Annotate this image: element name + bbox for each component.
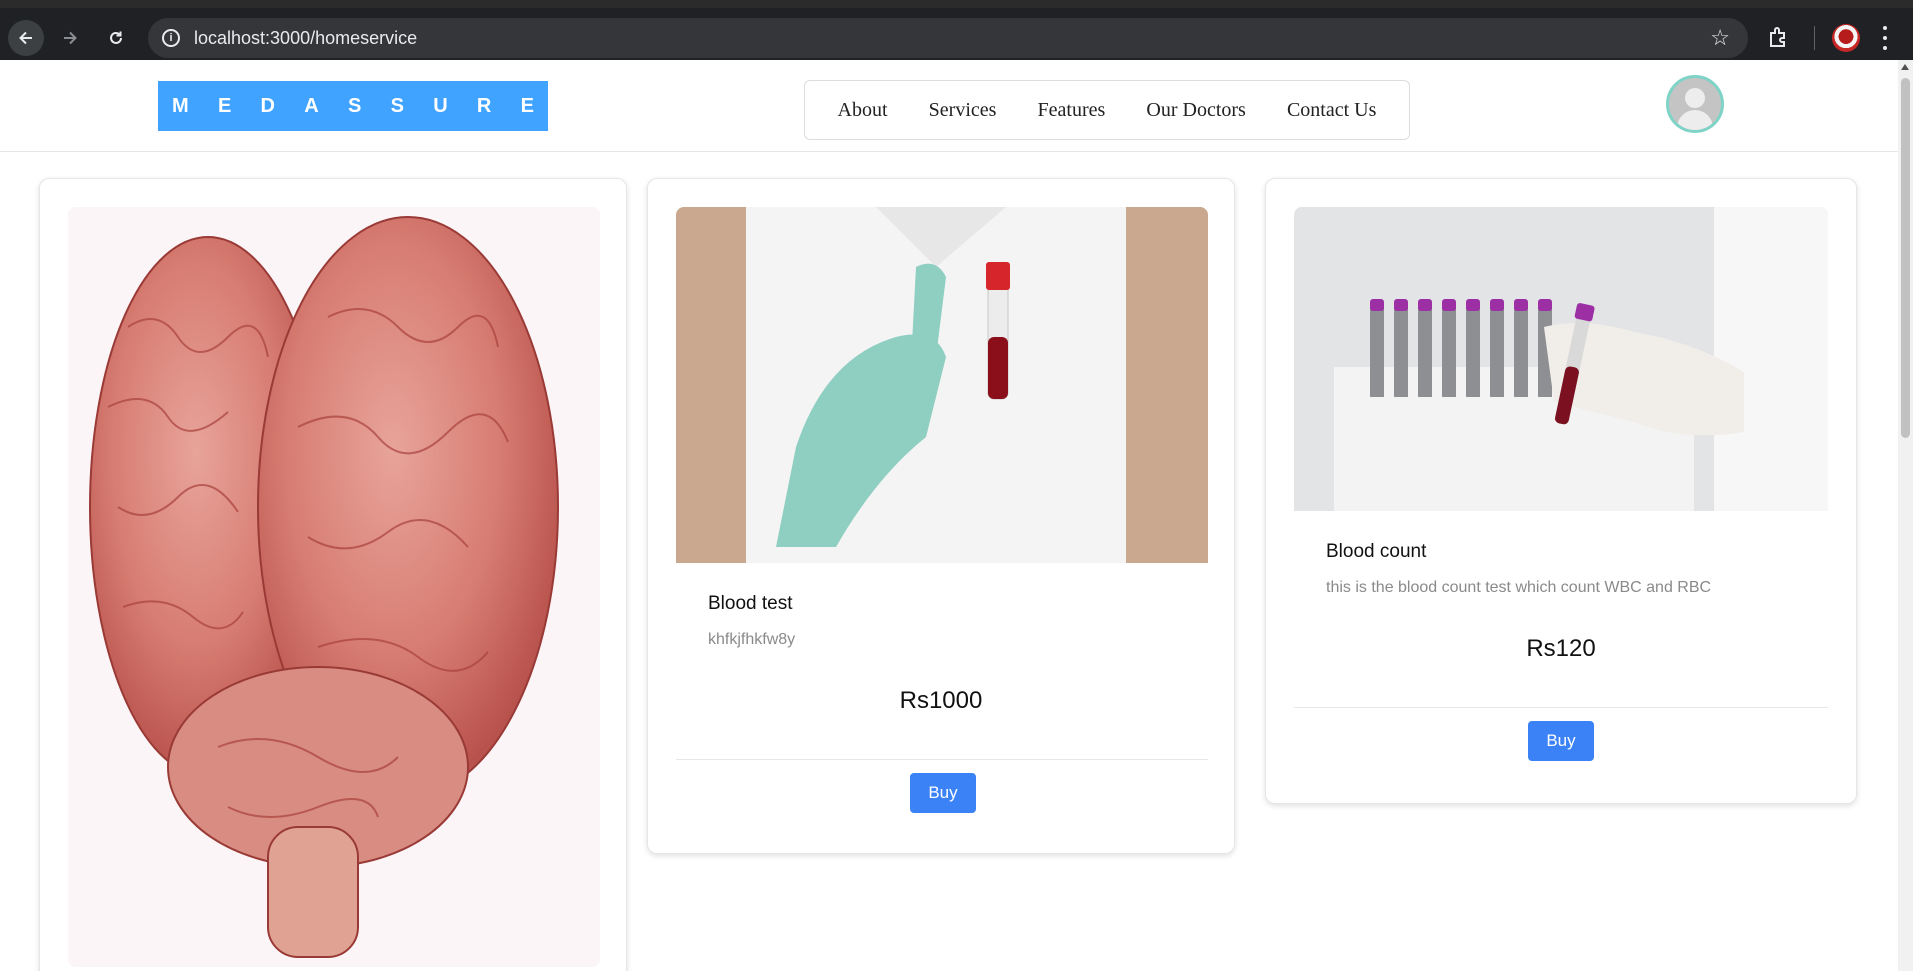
- service-price: Rs120: [1526, 635, 1596, 662]
- service-title: Blood test: [708, 593, 793, 614]
- page-viewport: M E D A S S U R E About Services Feature…: [0, 60, 1898, 971]
- service-title: Blood count: [1326, 541, 1427, 562]
- nav-link-our-doctors[interactable]: Our Doctors: [1146, 99, 1245, 122]
- nav-link-features[interactable]: Features: [1038, 99, 1106, 122]
- site-header: M E D A S S U R E About Services Feature…: [0, 60, 1898, 152]
- user-avatar[interactable]: [1666, 75, 1724, 133]
- logo-letter: R: [476, 94, 492, 117]
- reload-icon: [110, 31, 122, 44]
- toolbar-divider: [1814, 26, 1815, 50]
- logo-letter: A: [304, 94, 319, 117]
- nav-link-about[interactable]: About: [838, 99, 888, 122]
- reload-button[interactable]: [98, 20, 134, 56]
- extensions-icon[interactable]: [1766, 24, 1792, 50]
- card-divider: [1294, 707, 1828, 708]
- logo-letter: D: [260, 94, 275, 117]
- back-button[interactable]: [8, 20, 44, 56]
- logo-letter: U: [433, 94, 448, 117]
- scrollbar-thumb[interactable]: [1901, 78, 1910, 438]
- menu-kebab-icon[interactable]: [1882, 26, 1888, 50]
- service-card-blood-count: Blood count this is the blood count test…: [1265, 178, 1857, 804]
- logo-letter: S: [347, 94, 362, 117]
- address-bar[interactable]: i localhost:3000/homeservice ☆: [148, 18, 1748, 58]
- arrow-right-icon: [64, 31, 77, 45]
- nav-link-contact-us[interactable]: Contact Us: [1287, 99, 1376, 122]
- bookmark-star-icon[interactable]: ☆: [1710, 25, 1730, 51]
- logo-letter: E: [217, 94, 232, 117]
- arrow-left-icon: [19, 31, 32, 45]
- logo-letter: M: [172, 94, 189, 117]
- blood-tube-gloved-hand-photo: [676, 207, 1208, 563]
- blood-samples-rack-photo: [1294, 207, 1828, 511]
- nav-link-services[interactable]: Services: [929, 99, 997, 122]
- url-text[interactable]: localhost:3000/homeservice: [194, 28, 417, 49]
- service-price: Rs1000: [899, 687, 983, 714]
- service-description: this is the blood count test which count…: [1326, 579, 1712, 596]
- card-divider: [676, 759, 1208, 760]
- profile-avatar-icon[interactable]: [1832, 24, 1860, 52]
- buy-button[interactable]: Buy: [1528, 721, 1594, 761]
- buy-button[interactable]: Buy: [910, 773, 976, 813]
- avatar-body-shape: [1677, 110, 1713, 130]
- page-scrollbar[interactable]: [1898, 60, 1913, 971]
- service-card-blood-test: Blood test khfkjfhkfw8y Rs1000 Buy: [647, 178, 1235, 854]
- brain-photo: [68, 207, 600, 967]
- browser-toolbar: i localhost:3000/homeservice ☆: [0, 0, 1913, 60]
- service-description: khfkjfhkfw8y: [708, 631, 796, 648]
- avatar-head-shape: [1685, 88, 1705, 108]
- forward-button[interactable]: [52, 20, 88, 56]
- logo-letter: S: [390, 94, 404, 117]
- scroll-up-arrow-icon[interactable]: [1901, 64, 1909, 70]
- service-card-brain: [39, 178, 627, 971]
- logo-letter: E: [520, 94, 534, 117]
- brand-logo[interactable]: M E D A S S U R E: [158, 81, 548, 131]
- main-nav: About Services Features Our Doctors Cont…: [804, 80, 1410, 140]
- site-info-icon[interactable]: i: [162, 29, 180, 47]
